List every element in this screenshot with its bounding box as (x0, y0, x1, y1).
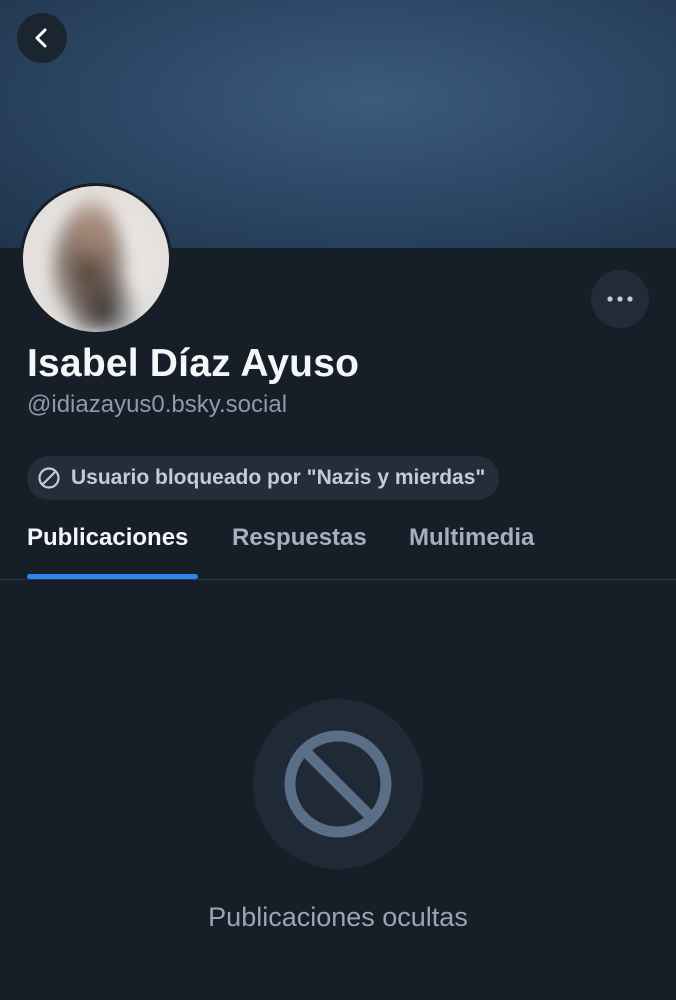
active-tab-indicator (27, 574, 198, 579)
prohibited-icon (284, 730, 392, 838)
prohibited-icon (37, 466, 61, 490)
more-options-button[interactable] (591, 270, 649, 328)
tab-multimedia[interactable]: Multimedia (409, 524, 534, 552)
profile-page: Isabel Díaz Ayuso @idiazayus0.bsky.socia… (0, 0, 676, 1000)
ellipsis-icon (607, 296, 633, 302)
avatar-image-blurred (23, 186, 169, 332)
profile-tabs: Publicaciones Respuestas Multimedia (0, 510, 676, 580)
profile-display-name: Isabel Díaz Ayuso (27, 342, 360, 385)
chevron-left-icon (35, 28, 47, 48)
tab-publicaciones[interactable]: Publicaciones (27, 524, 188, 552)
blocked-label-text: Usuario bloqueado por "Nazis y mierdas" (71, 466, 486, 489)
profile-handle: @idiazayus0.bsky.social (27, 391, 288, 418)
tab-respuestas[interactable]: Respuestas (232, 524, 367, 552)
back-button[interactable] (17, 13, 67, 63)
avatar[interactable] (20, 183, 172, 335)
empty-state-message: Publicaciones ocultas (208, 902, 468, 932)
blocked-label-pill[interactable]: Usuario bloqueado por "Nazis y mierdas" (27, 456, 500, 500)
empty-state-icon-container (253, 699, 423, 869)
